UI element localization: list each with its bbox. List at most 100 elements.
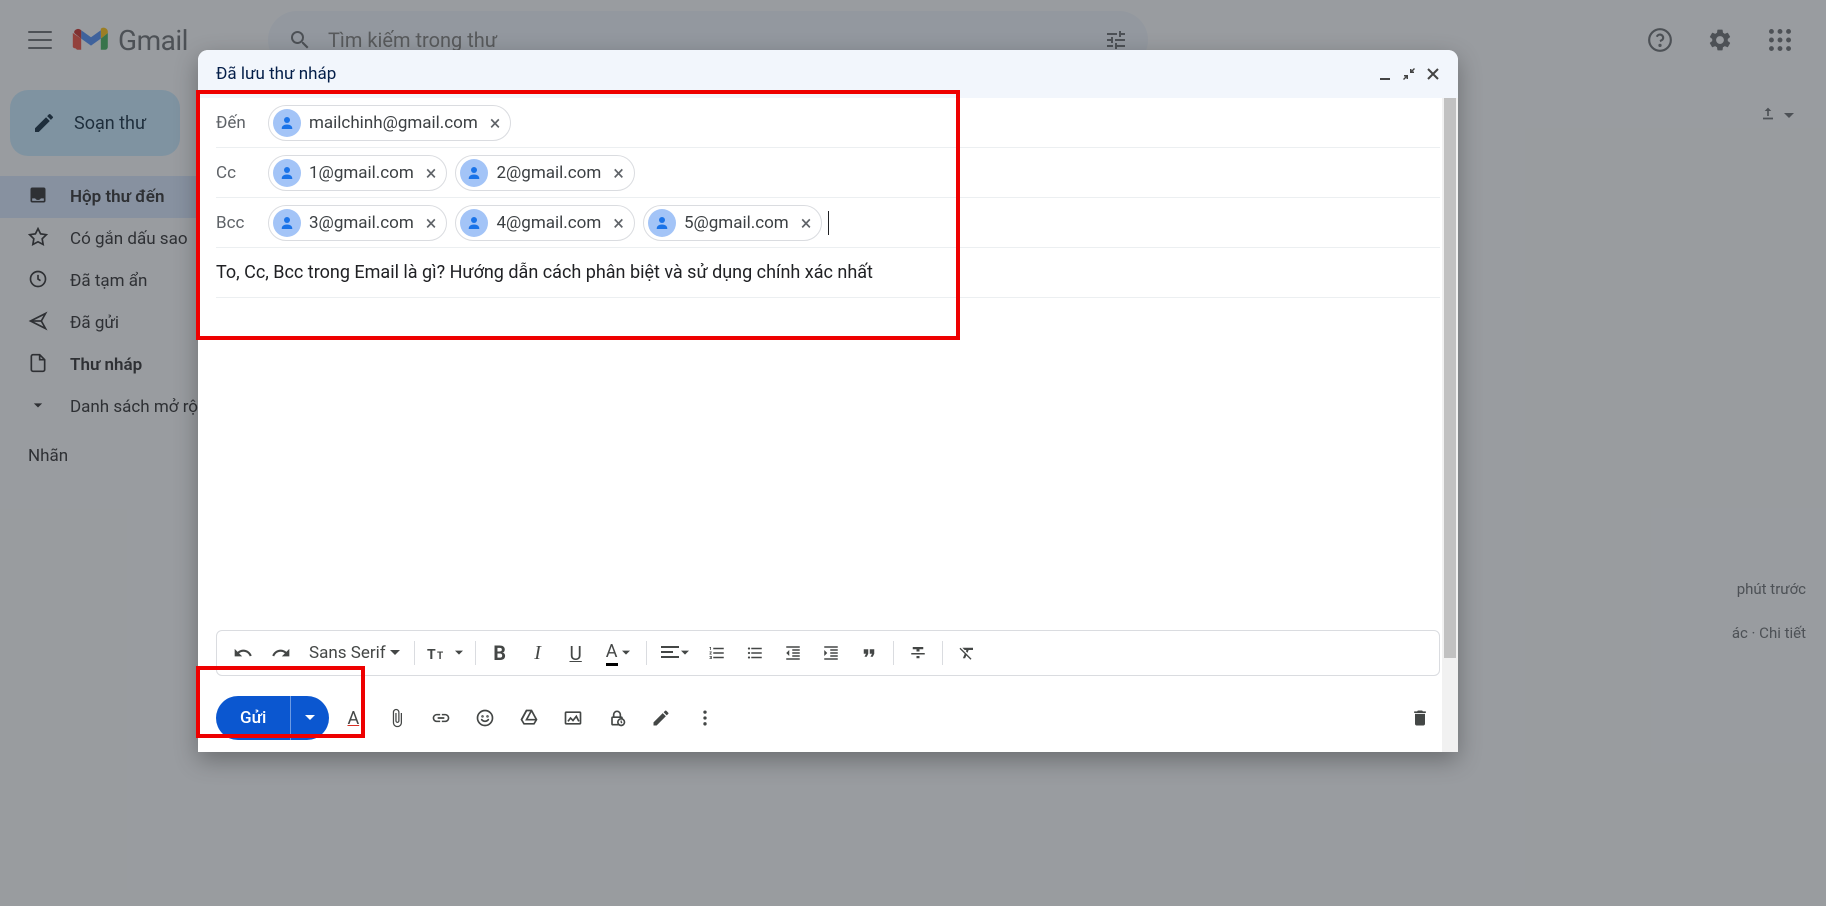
remove-chip-button[interactable]: × [797,211,816,235]
chip-email: mailchinh@gmail.com [309,113,478,133]
remove-formatting-button[interactable] [949,635,985,671]
insert-photo-button[interactable] [553,698,593,738]
format-toolbar: Sans Serif TT B I U A [216,630,1440,676]
compose-button[interactable]: Soạn thư [10,90,180,156]
draft-icon [28,353,48,378]
inbox-icon [28,185,48,210]
search-input[interactable] [328,28,1104,52]
sidebar-item-label: Danh sách mở rộng [70,397,217,417]
recipient-chip[interactable]: 5@gmail.com × [643,205,822,241]
remove-chip-button[interactable]: × [422,161,441,185]
svg-text:T: T [427,647,436,663]
send-icon [28,311,48,336]
input-tools-dropdown[interactable] [1758,106,1794,126]
pencil-icon [32,111,56,135]
compose-title: Đã lưu thư nháp [216,64,336,84]
indent-less-button[interactable] [775,635,811,671]
avatar-icon [273,159,301,187]
confidential-mode-button[interactable] [597,698,637,738]
quote-button[interactable] [851,635,887,671]
sidebar-item-label: Hộp thư đến [70,187,164,207]
message-body[interactable] [216,298,1440,498]
search-icon [288,28,312,52]
remove-chip-button[interactable]: × [609,211,628,235]
numbered-list-button[interactable] [699,635,735,671]
font-family-select[interactable]: Sans Serif [301,643,408,663]
avatar-icon [648,209,676,237]
remove-chip-button[interactable]: × [609,161,628,185]
recipient-chip[interactable]: 1@gmail.com × [268,155,447,191]
header-actions [1638,18,1810,62]
sidebar-item-label: Thư nháp [70,355,142,375]
settings-button[interactable] [1698,18,1742,62]
clock-icon [28,269,48,294]
avatar-icon [273,109,301,137]
chip-email: 4@gmail.com [496,213,601,233]
recipient-chip[interactable]: 3@gmail.com × [268,205,447,241]
remove-chip-button[interactable]: × [486,111,505,135]
chip-email: 3@gmail.com [309,213,414,233]
compose-header: Đã lưu thư nháp [198,50,1458,98]
expand-icon [28,395,48,420]
bold-button[interactable]: B [482,635,518,671]
sidebar-item-label: Có gắn dấu sao [70,229,188,249]
scrollbar-thumb[interactable] [1444,98,1456,658]
remove-chip-button[interactable]: × [422,211,441,235]
formatting-options-button[interactable]: A [333,698,373,738]
avatar-icon [460,159,488,187]
align-button[interactable] [653,635,697,671]
sidebar-item-label: Đã tạm ẩn [70,271,147,291]
bulleted-list-button[interactable] [737,635,773,671]
close-button[interactable] [1426,67,1440,81]
send-options-button[interactable] [290,696,329,740]
recipient-chip[interactable]: 2@gmail.com × [455,155,634,191]
chevron-down-icon [390,648,400,658]
indent-more-button[interactable] [813,635,849,671]
compose-actions: Gửi A [198,684,1458,752]
gmail-logo-icon [72,26,110,54]
discard-draft-button[interactable] [1400,698,1440,738]
text-cursor [828,211,829,235]
attach-file-button[interactable] [377,698,417,738]
more-options-button[interactable] [685,698,725,738]
compose-label: Soạn thư [74,113,146,134]
chip-email: 5@gmail.com [684,213,789,233]
strikethrough-button[interactable] [900,635,936,671]
gmail-wordmark: Gmail [118,24,188,57]
bcc-row[interactable]: Bcc 3@gmail.com × 4@gmail.com × 5@gmail.com × [216,198,1440,248]
insert-link-button[interactable] [421,698,461,738]
recipient-chip[interactable]: 4@gmail.com × [455,205,634,241]
cc-label: Cc [216,163,268,183]
svg-text:T: T [437,651,443,662]
undo-button[interactable] [225,635,261,671]
search-options-icon[interactable] [1104,28,1128,52]
minimize-button[interactable] [1378,67,1392,81]
to-label: Đến [216,113,268,133]
hamburger-icon [28,31,52,49]
redo-button[interactable] [263,635,299,671]
insert-drive-button[interactable] [509,698,549,738]
text-color-button[interactable]: A [596,635,640,671]
send-button[interactable]: Gửi [216,696,329,740]
chip-email: 1@gmail.com [309,163,414,183]
underline-button[interactable]: U [558,635,594,671]
chip-email: 2@gmail.com [496,163,601,183]
recipient-chip[interactable]: mailchinh@gmail.com × [268,105,511,141]
to-row[interactable]: Đến mailchinh@gmail.com × [216,98,1440,148]
insert-signature-button[interactable] [641,698,681,738]
font-size-button[interactable]: TT [421,635,469,671]
compose-window: Đã lưu thư nháp Đến mailchinh@gmail.com ×… [198,50,1458,752]
main-menu-button[interactable] [16,16,64,64]
help-button[interactable] [1638,18,1682,62]
italic-button[interactable]: I [520,635,556,671]
bcc-label: Bcc [216,213,268,233]
activity-info: phút trước ác · Chi tiết [1732,580,1806,642]
logo-area[interactable]: Gmail [72,24,188,57]
exit-fullscreen-button[interactable] [1402,67,1416,81]
insert-emoji-button[interactable] [465,698,505,738]
avatar-icon [273,209,301,237]
subject-field[interactable]: To, Cc, Bcc trong Email là gì? Hướng dẫn… [216,248,1440,298]
cc-row[interactable]: Cc 1@gmail.com × 2@gmail.com × [216,148,1440,198]
sidebar-item-label: Đã gửi [70,313,119,333]
apps-button[interactable] [1758,18,1802,62]
